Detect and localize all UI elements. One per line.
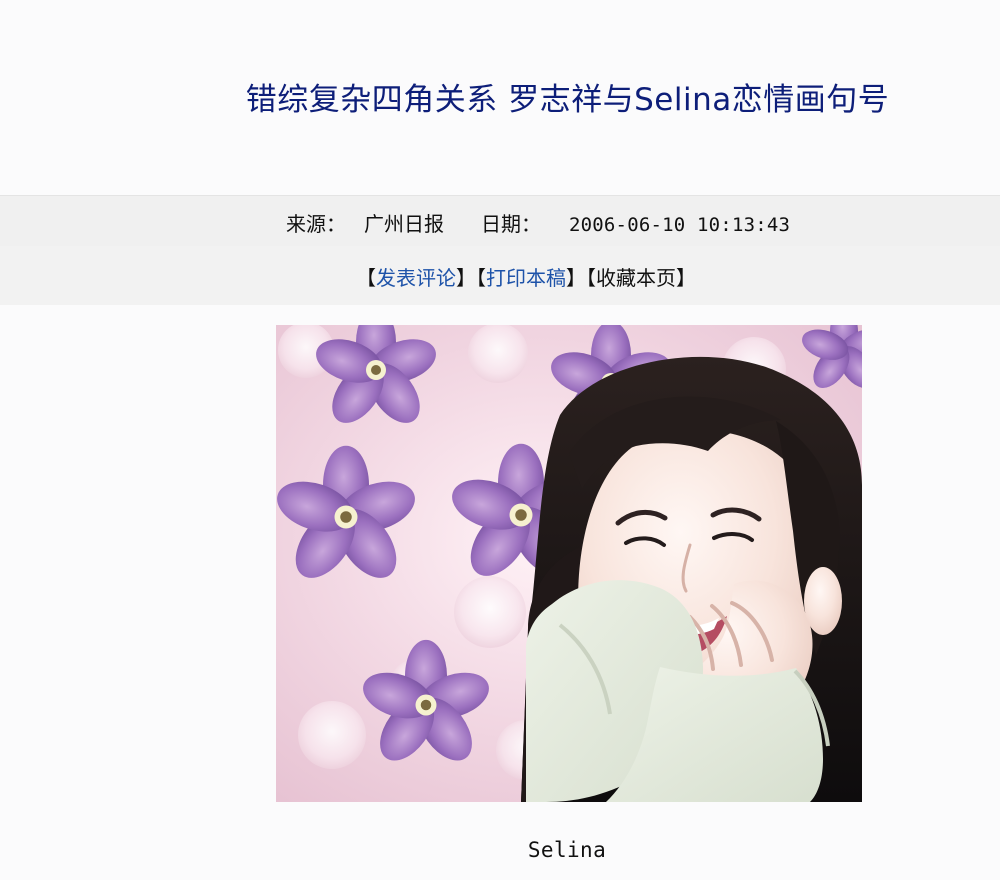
comment-link[interactable]: 发表评论 [376,266,456,290]
open-bracket: 【 [586,266,596,290]
date-label: 日期： [481,212,541,236]
open-bracket: 【 [356,266,376,290]
date-value: 2006-06-10 10:13:43 [569,214,791,236]
meta-line: 来源： 广州日报 日期： 2006-06-10 10:13:43 [286,208,790,237]
meta-bar: 来源： 广州日报 日期： 2006-06-10 10:13:43 [0,195,1000,247]
print-link[interactable]: 打印本稿 [486,266,566,290]
source-label: 来源： [286,212,346,236]
source-value: 广州日报 [364,212,444,236]
article-title: 错综复杂四角关系 罗志祥与Selina恋情画句号 [245,82,890,118]
article-actions: 【发表评论】【打印本稿】【收藏本页】 [356,262,696,291]
favorite-link[interactable]: 收藏本页 [596,266,676,290]
close-bracket: 】 [456,266,476,290]
action-bar: 【发表评论】【打印本稿】【收藏本页】 [0,246,1000,305]
article-photo [276,325,862,802]
close-bracket: 】 [676,266,696,290]
open-bracket: 【 [476,266,486,290]
photo-caption: Selina [527,838,607,862]
photo-illustration [276,325,862,802]
close-bracket: 】 [566,266,586,290]
